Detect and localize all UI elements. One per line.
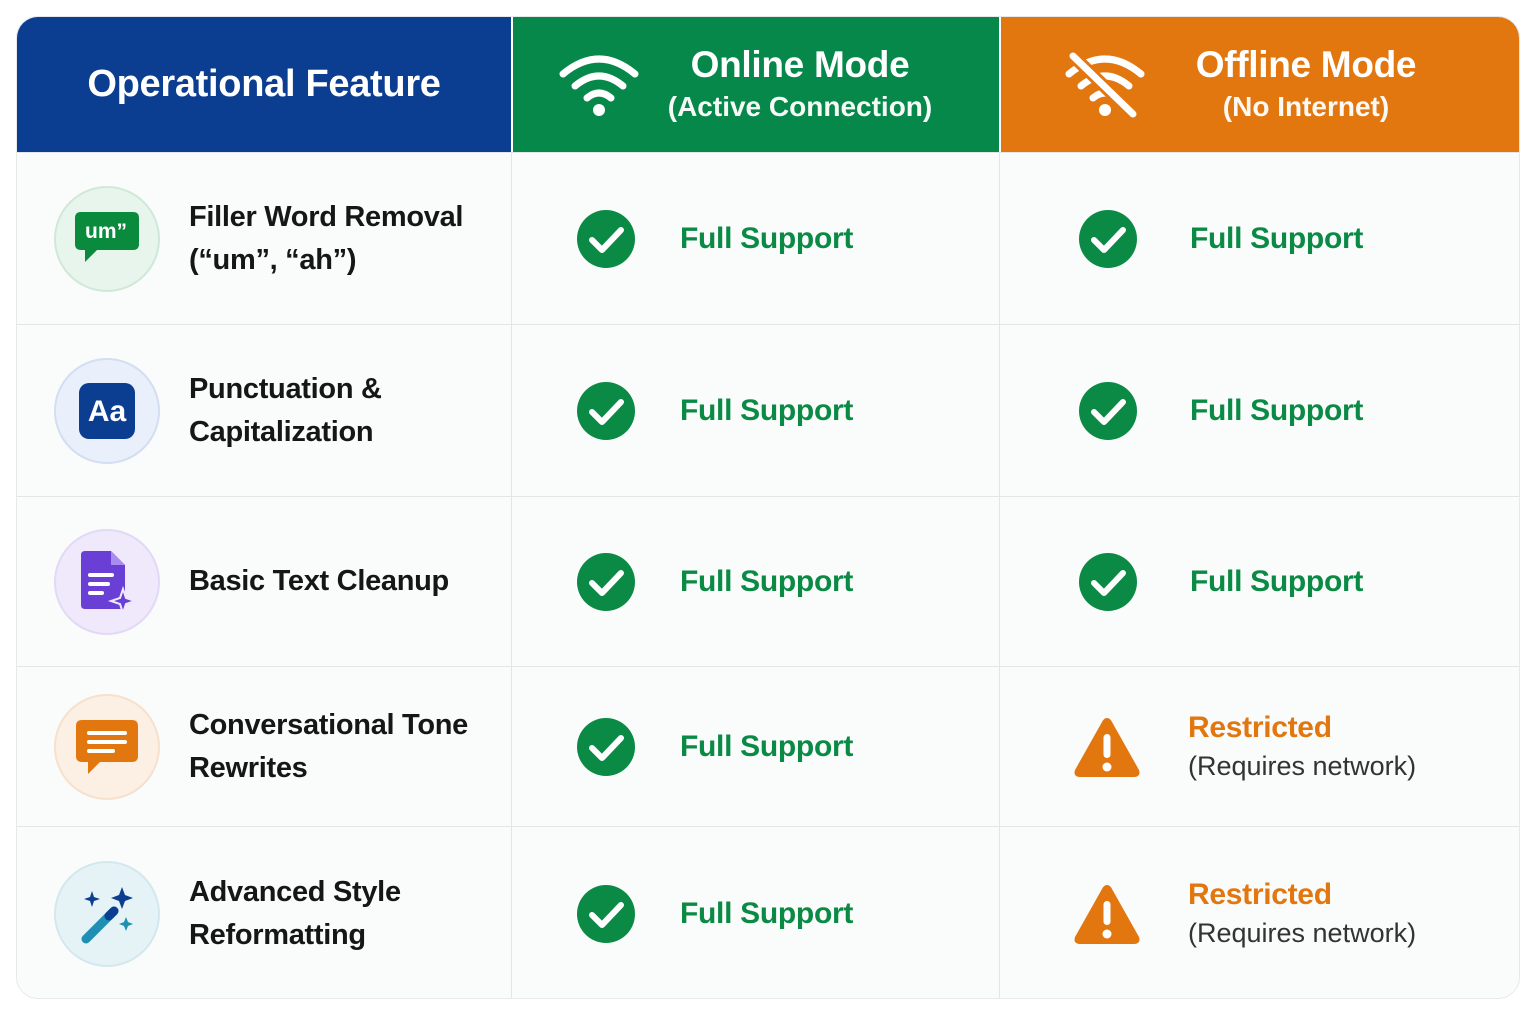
- wifi-off-icon: [1065, 49, 1145, 120]
- check-circle-icon: [577, 552, 635, 611]
- check-circle-icon: [577, 884, 635, 943]
- status-label: Full Support: [680, 896, 854, 930]
- warning-icon: [1074, 884, 1140, 944]
- text-case-icon: Aa: [54, 357, 160, 464]
- status-note: (Requires network): [1188, 751, 1417, 781]
- document-sparkle-icon: [54, 528, 160, 635]
- feature-label: Conversational Tone Rewrites: [189, 708, 468, 784]
- svg-text:Aa: Aa: [88, 395, 127, 428]
- chat-lines-icon: [54, 693, 160, 800]
- status-label: Full Support: [680, 393, 854, 427]
- check-circle-icon: [577, 717, 635, 776]
- online-mode-title: Online Mode: [690, 43, 910, 85]
- status-label: Restricted: [1188, 878, 1332, 911]
- status-label: Full Support: [1190, 221, 1364, 255]
- offline-status-cell: Full Support: [999, 152, 1519, 324]
- offline-mode-subtitle: (No Internet): [1222, 90, 1390, 122]
- header-offline-mode: Offline Mode (No Internet): [999, 17, 1519, 152]
- feature-cell: Advanced Style Reformatting: [17, 826, 511, 998]
- feature-cell: Aa Punctuation & Capitalization: [17, 324, 511, 496]
- offline-mode-title: Offline Mode: [1195, 43, 1417, 85]
- feature-label: Advanced Style Reformatting: [189, 875, 401, 951]
- offline-status-cell: Restricted (Requires network): [999, 826, 1519, 998]
- check-circle-icon: [1079, 381, 1137, 440]
- status-label: Restricted: [1188, 711, 1332, 744]
- feature-comparison-table: Operational Feature Online Mode (Active …: [16, 16, 1520, 999]
- feature-label: Filler Word Removal (“um”, “ah”): [189, 200, 464, 276]
- header-feature-label: Operational Feature: [87, 63, 441, 105]
- check-circle-icon: [1079, 209, 1137, 268]
- feature-cell: um” Filler Word Removal (“um”, “ah”): [17, 152, 511, 324]
- svg-text:um”: um”: [85, 220, 127, 243]
- check-circle-icon: [1079, 552, 1137, 611]
- offline-status-cell: Full Support: [999, 496, 1519, 666]
- online-status-cell: Full Support: [511, 324, 999, 496]
- status-label: Full Support: [1190, 393, 1364, 427]
- header-online-mode: Online Mode (Active Connection): [511, 17, 999, 152]
- warning-icon: [1074, 717, 1140, 777]
- check-circle-icon: [577, 209, 635, 268]
- status-label: Full Support: [680, 729, 854, 763]
- online-status-cell: Full Support: [511, 666, 999, 826]
- online-mode-subtitle: (Active Connection): [667, 90, 933, 122]
- feature-label: Punctuation & Capitalization: [189, 372, 382, 448]
- feature-cell: Basic Text Cleanup: [17, 496, 511, 666]
- offline-status-cell: Restricted (Requires network): [999, 666, 1519, 826]
- magic-wand-icon: [54, 860, 160, 967]
- status-label: Full Support: [680, 221, 854, 255]
- online-status-cell: Full Support: [511, 496, 999, 666]
- wifi-icon: [559, 55, 639, 116]
- speech-bubble-um-icon: um”: [54, 185, 160, 292]
- online-status-cell: Full Support: [511, 826, 999, 998]
- feature-cell: Conversational Tone Rewrites: [17, 666, 511, 826]
- check-circle-icon: [577, 381, 635, 440]
- online-status-cell: Full Support: [511, 152, 999, 324]
- feature-label: Basic Text Cleanup: [189, 565, 449, 597]
- header-feature: Operational Feature: [17, 17, 511, 152]
- offline-status-cell: Full Support: [999, 324, 1519, 496]
- status-label: Full Support: [1190, 564, 1364, 598]
- status-label: Full Support: [680, 564, 854, 598]
- status-note: (Requires network): [1188, 918, 1417, 948]
